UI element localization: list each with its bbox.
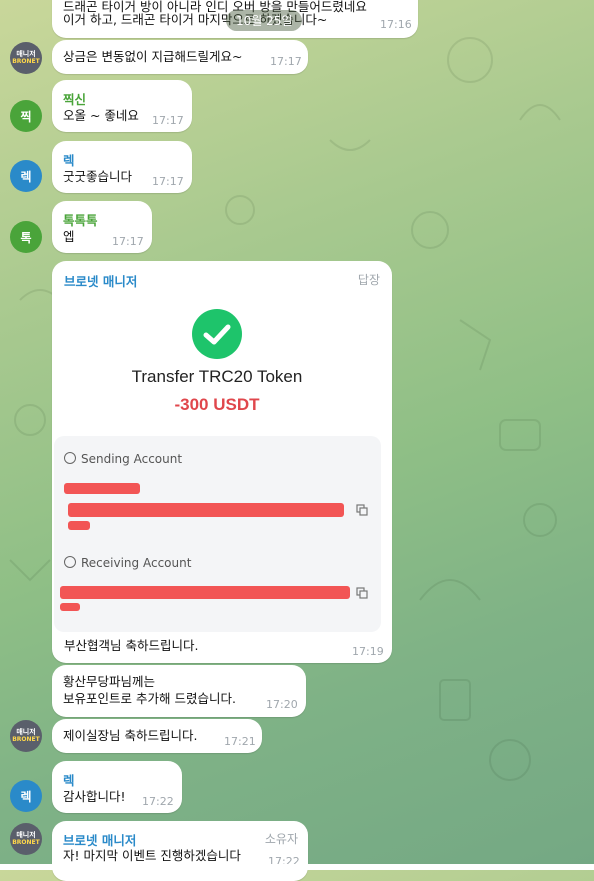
sender-name[interactable]: 톡톡톡 — [63, 210, 98, 229]
message-text: 부산협객님 축하드립니다. — [64, 638, 199, 653]
message-bubble[interactable]: 렉 굿굿좋습니다 17:17 — [52, 141, 192, 193]
message-time: 17:16 — [380, 18, 412, 31]
owner-tag: 소유자 — [264, 832, 298, 846]
message-text: 황산무당파님께는 — [63, 674, 156, 689]
date-pill: 10월 25일 — [226, 10, 303, 31]
redacted-address — [60, 603, 80, 611]
avatar-initial: 렉 — [20, 169, 32, 184]
account-details-card: Sending Account Receiving Account — [54, 436, 381, 632]
avatar-brand: BRONET — [12, 839, 40, 846]
message-text: 굿굿좋습니다 — [63, 169, 133, 184]
sender-name[interactable]: 찍신 — [63, 89, 86, 108]
message-text: 엡 — [63, 229, 75, 244]
avatar-label: 매니저 — [16, 831, 36, 839]
redacted-address — [68, 521, 90, 530]
avatar[interactable]: 톡 — [10, 221, 42, 253]
avatar-label: 매니저 — [16, 728, 36, 736]
redacted-address — [68, 503, 344, 517]
transfer-message-bubble[interactable]: 브로넷 매니저 답장 Transfer TRC20 Token -300 USD… — [52, 261, 392, 663]
message-time: 17:17 — [152, 175, 184, 188]
message-text: 감사합니다! — [63, 789, 126, 804]
arrow-down-circle-icon — [64, 556, 76, 568]
message-bubble[interactable]: 황산무당파님께는 보유포인트로 추가해 드렸습니다. 17:20 — [52, 665, 306, 717]
avatar-initial: 톡 — [20, 230, 32, 245]
reply-tag: 답장 — [357, 273, 380, 287]
bottom-edge — [0, 864, 594, 870]
receiving-account-label: Receiving Account — [64, 556, 191, 570]
message-time: 17:20 — [266, 698, 298, 711]
message-bubble[interactable]: 제이실장님 축하드립니다. 17:21 — [52, 719, 262, 753]
avatar[interactable]: 매니저 BRONET — [10, 720, 42, 752]
message-time: 17:21 — [224, 735, 256, 748]
avatar[interactable]: 렉 — [10, 160, 42, 192]
avatar[interactable]: 찍 — [10, 100, 42, 132]
message-bubble[interactable]: 찍신 오올 ~ 좋네요 17:17 — [52, 80, 192, 132]
sender-name[interactable]: 렉 — [63, 770, 75, 789]
avatar[interactable]: 매니저 BRONET — [10, 42, 42, 74]
sending-account-label: Sending Account — [64, 452, 182, 466]
message-text: 오올 ~ 좋네요 — [63, 108, 139, 123]
message-text: 자! 마지막 이벤트 진행하겠습니다 — [63, 848, 241, 863]
avatar-initial: 렉 — [20, 789, 32, 804]
avatar-label: 매니저 — [16, 50, 36, 58]
message-time: 17:17 — [270, 55, 302, 68]
redacted-address — [60, 586, 350, 599]
message-text: 보유포인트로 추가해 드렸습니다. — [63, 691, 236, 706]
message-text: 상금은 변동없이 지급해드릴게요~ — [63, 49, 243, 64]
message-bubble[interactable]: 톡톡톡 엡 17:17 — [52, 201, 152, 253]
redacted-address — [64, 483, 140, 494]
success-check-icon — [192, 309, 242, 359]
avatar[interactable]: 매니저 BRONET — [10, 823, 42, 855]
avatar[interactable]: 렉 — [10, 780, 42, 812]
message-time: 17:17 — [152, 114, 184, 127]
sending-account-text: Sending Account — [81, 452, 183, 466]
sender-name[interactable]: 브로넷 매니저 — [64, 271, 137, 290]
message-bubble[interactable]: 렉 감사합니다! 17:22 — [52, 761, 182, 813]
transfer-amount: -300 USDT — [174, 395, 260, 414]
avatar-brand: BRONET — [12, 736, 40, 743]
arrow-up-circle-icon — [64, 452, 76, 464]
copy-icon[interactable] — [356, 504, 368, 516]
avatar-brand: BRONET — [12, 58, 40, 65]
avatar-initial: 찍 — [20, 109, 32, 124]
receiving-account-text: Receiving Account — [81, 556, 192, 570]
message-text: 제이실장님 축하드립니다. — [63, 728, 198, 743]
message-time: 17:17 — [112, 235, 144, 248]
message-time: 17:19 — [352, 645, 384, 658]
message-time: 17:22 — [142, 795, 174, 808]
message-bubble[interactable]: 브로넷 매니저 소유자 자! 마지막 이벤트 진행하겠습니다 17:22 — [52, 821, 308, 881]
sender-name[interactable]: 렉 — [63, 150, 75, 169]
copy-icon[interactable] — [356, 587, 368, 599]
transfer-title: Transfer TRC20 Token — [131, 367, 303, 386]
message-bubble[interactable]: 상금은 변동없이 지급해드릴게요~ 17:17 — [52, 40, 308, 74]
